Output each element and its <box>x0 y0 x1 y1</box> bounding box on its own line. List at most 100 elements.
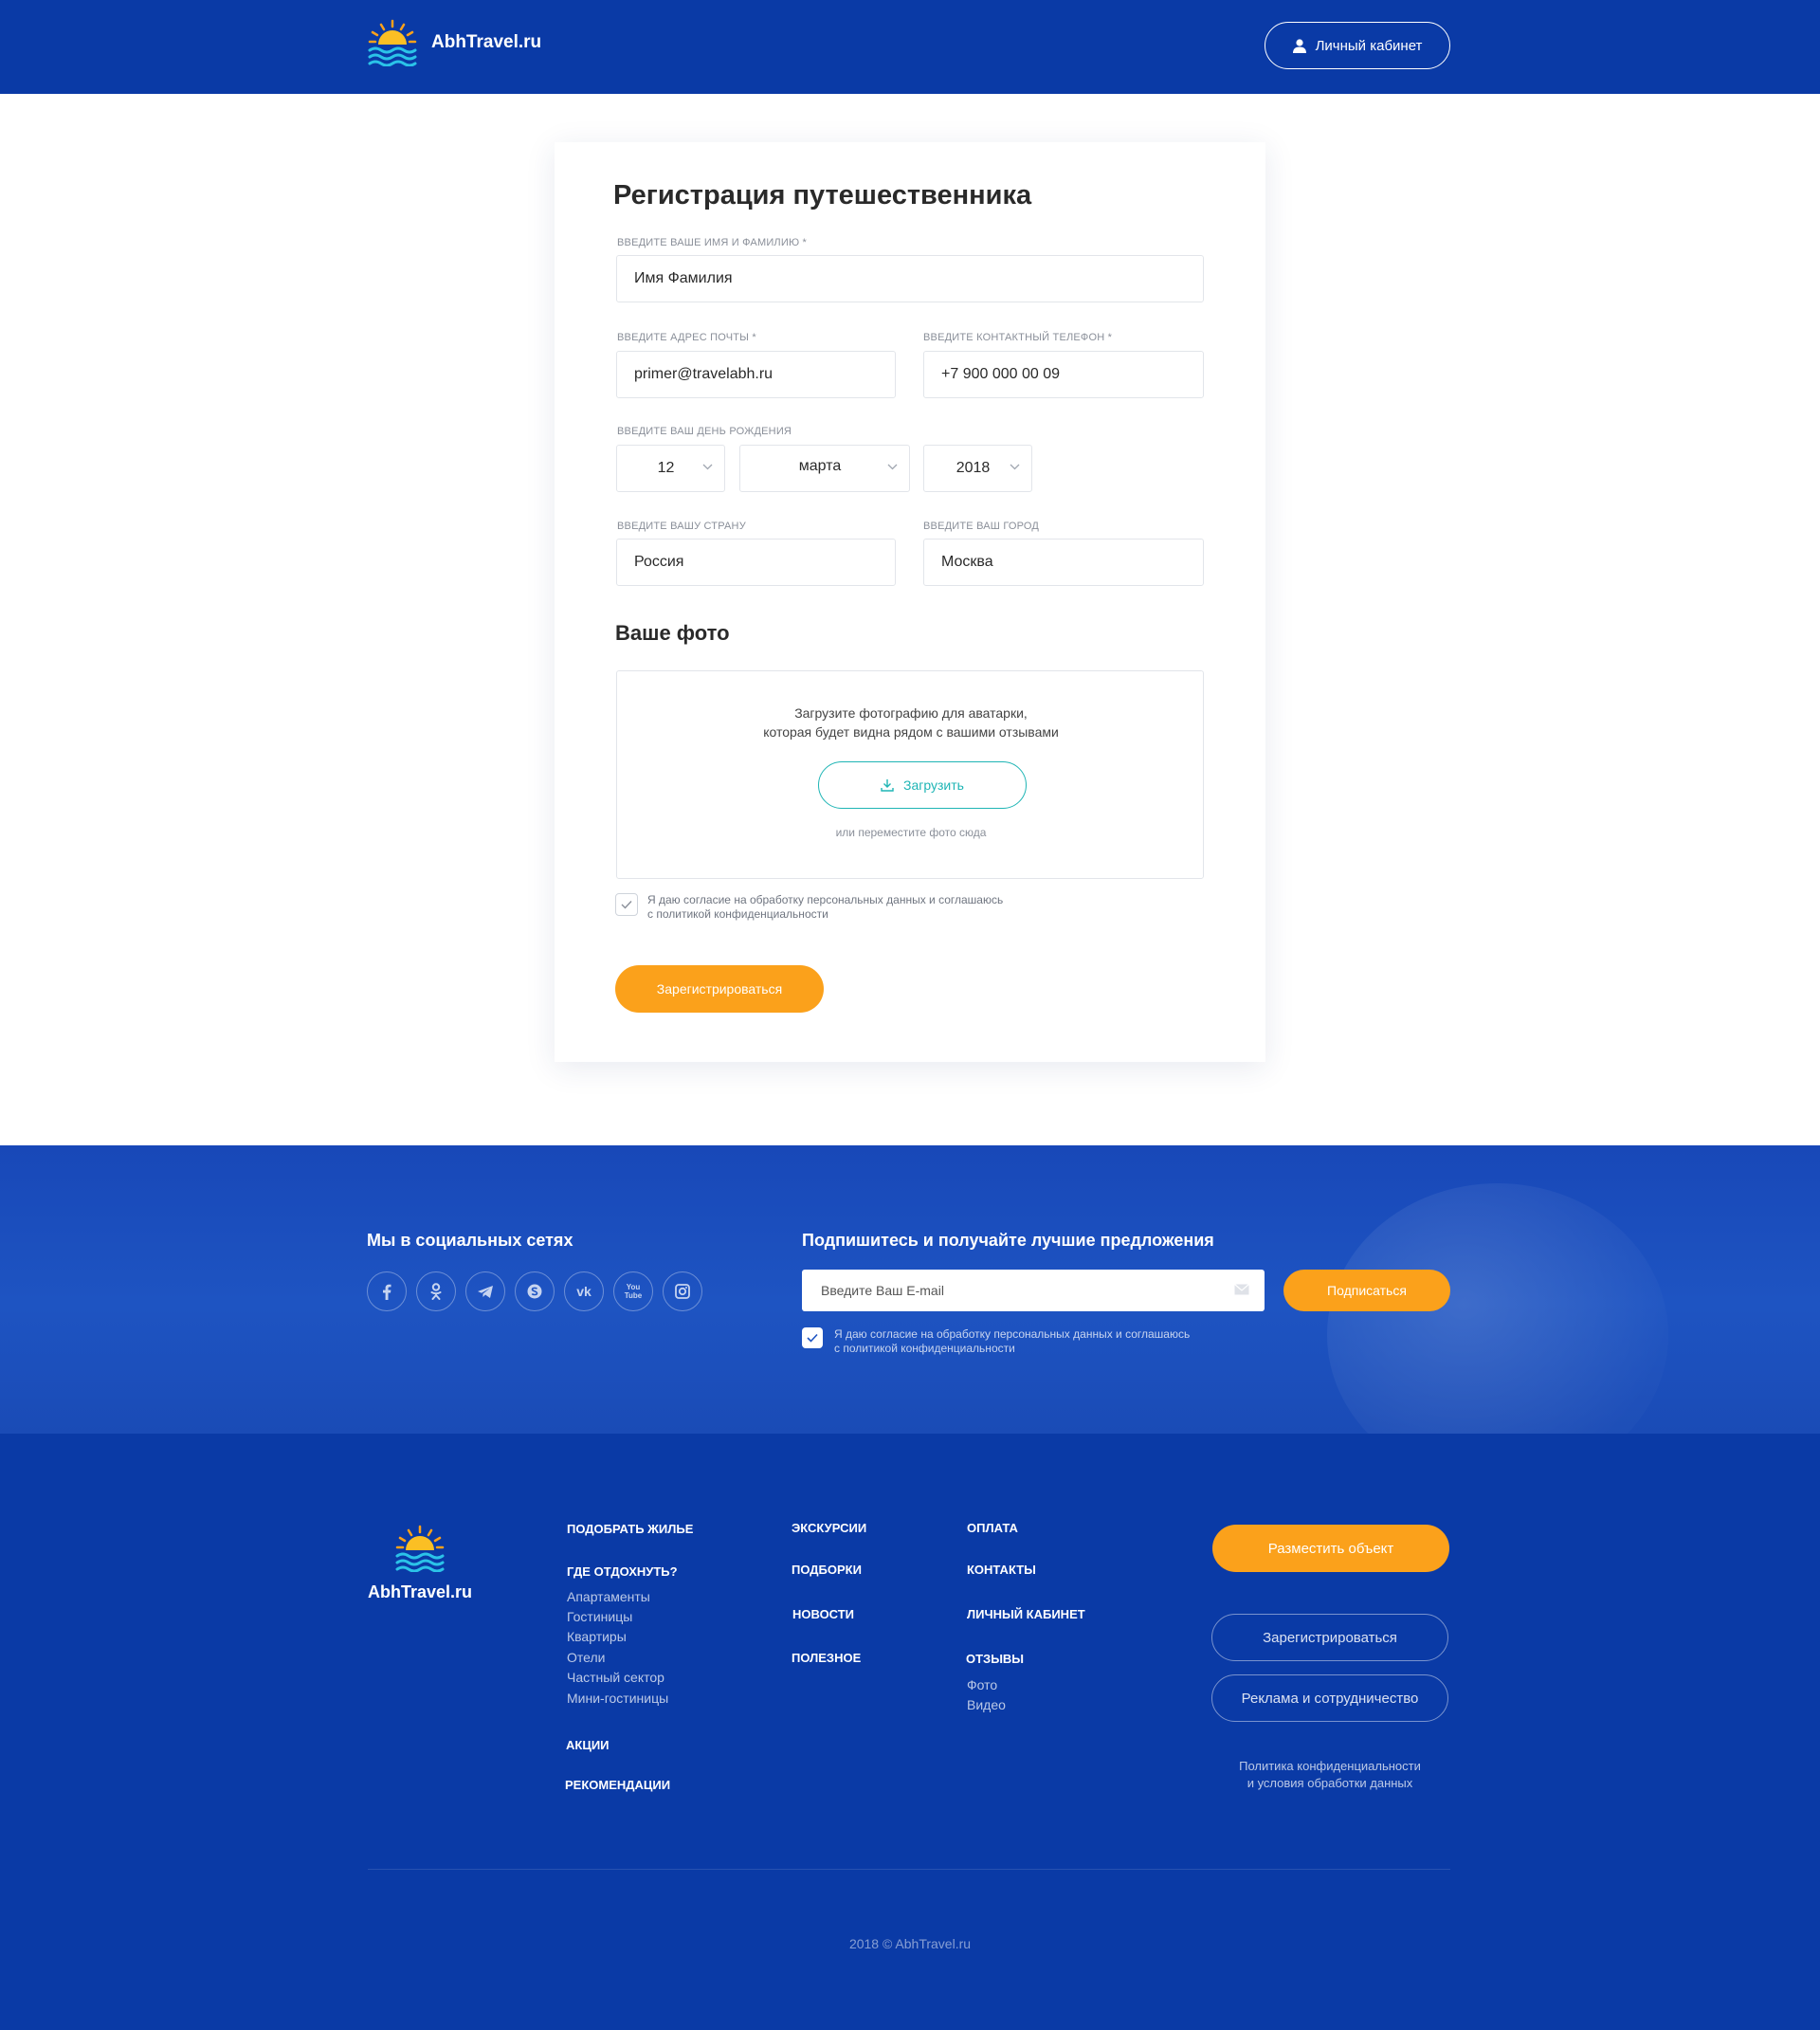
phone-field[interactable]: +7 900 000 00 09 <box>923 351 1204 398</box>
odnoklassniki-icon[interactable] <box>416 1271 456 1311</box>
footer-link-useful[interactable]: ПОЛЕЗНОЕ <box>792 1651 861 1665</box>
birth-year-select[interactable]: 2018 <box>923 445 1032 492</box>
chevron-down-icon <box>887 464 898 470</box>
consent-checkbox[interactable] <box>615 893 638 916</box>
subscribe-email-input[interactable]: Введите Ваш E-mail <box>802 1270 1265 1311</box>
subscribe-consent-line-2[interactable]: с политикой конфиденциальности <box>834 1342 1190 1356</box>
register-button[interactable]: Зарегистрироваться <box>615 965 824 1013</box>
footer-link-private-sector[interactable]: Частный сектор <box>567 1670 664 1685</box>
consent-text: Я даю согласие на обработку персональных… <box>647 893 1003 922</box>
name-label: ВВЕДИТЕ ВАШЕ ИМЯ И ФАМИЛИЮ * <box>617 237 807 248</box>
footer-link-flats[interactable]: Квартиры <box>567 1629 627 1644</box>
telegram-icon[interactable] <box>465 1271 505 1311</box>
checkmark-icon <box>621 901 632 909</box>
footer-logo-text: AbhTravel.ru <box>368 1582 473 1601</box>
footer-logo[interactable]: AbhTravel.ru <box>368 1525 472 1602</box>
phone-label: ВВЕДИТЕ КОНТАКТНЫЙ ТЕЛЕФОН * <box>923 332 1113 343</box>
site-footer: AbhTravel.ru ПОДОБРАТЬ ЖИЛЬЕ ГДЕ ОТДОХНУ… <box>0 1434 1820 2030</box>
sun-waves-logo-icon <box>368 19 417 66</box>
subscribe-title: Подпишитесь и получайте лучшие предложен… <box>802 1231 1214 1250</box>
footer-link-recommendations[interactable]: РЕКОМЕНДАЦИИ <box>565 1778 670 1792</box>
subscribe-consent-checkbox[interactable] <box>802 1327 823 1348</box>
vk-icon[interactable]: vk <box>564 1271 604 1311</box>
personal-cabinet-label: Личный кабинет <box>1315 37 1423 54</box>
subscribe-consent-row: Я даю согласие на обработку персональных… <box>802 1327 1190 1356</box>
envelope-icon <box>1234 1284 1249 1295</box>
user-icon <box>1292 38 1306 53</box>
footer-link-contacts[interactable]: КОНТАКТЫ <box>967 1563 1036 1577</box>
consent-text-line-1: Я даю согласие на обработку персональных… <box>647 893 1004 906</box>
footer-link-video[interactable]: Видео <box>967 1697 1006 1712</box>
footer-divider <box>368 1869 1450 1870</box>
site-header: AbhTravel.ru Личный кабинет <box>0 0 1820 94</box>
checkmark-icon <box>807 1333 818 1343</box>
footer-link-hotels[interactable]: Отели <box>567 1650 605 1665</box>
youtube-icon[interactable]: You Tube <box>613 1271 653 1311</box>
footer-link-hotels-gost[interactable]: Гостиницы <box>567 1609 632 1624</box>
upload-button-label: Загрузить <box>903 777 964 793</box>
place-object-button[interactable]: Разместить объект <box>1212 1525 1449 1572</box>
consent-row: Я даю согласие на обработку персональных… <box>615 893 1003 922</box>
logo-text: AbhTravel.ru <box>431 32 542 52</box>
upload-button[interactable]: Загрузить <box>818 761 1027 809</box>
policy-line-2: и условия обработки данных <box>1247 1776 1413 1790</box>
birth-month-value: марта <box>798 458 842 474</box>
registration-card: Регистрация путешественника ВВЕДИТЕ ВАШЕ… <box>555 142 1265 1062</box>
footer-link-promos[interactable]: АКЦИИ <box>566 1738 610 1752</box>
footer-link-pick-housing[interactable]: ПОДОБРАТЬ ЖИЛЬЕ <box>567 1522 693 1536</box>
upload-text-line-1: Загрузите фотографию для аватарки, <box>794 705 1028 721</box>
social-title: Мы в социальных сетях <box>367 1231 573 1250</box>
email-label: ВВЕДИТЕ АДРЕС ПОЧТЫ * <box>617 332 756 343</box>
name-field[interactable]: Имя Фамилия <box>616 255 1204 302</box>
footer-link-payment[interactable]: ОПЛАТА <box>967 1521 1018 1535</box>
country-label: ВВЕДИТЕ ВАШУ СТРАНУ <box>617 521 746 532</box>
city-field[interactable]: Москва <box>923 539 1204 586</box>
privacy-policy-link[interactable]: Политика конфиденциальности и условия об… <box>1211 1758 1448 1792</box>
subscribe-consent-line-1: Я даю согласие на обработку персональных… <box>834 1327 1191 1341</box>
footer-link-collections[interactable]: ПОДБОРКИ <box>792 1563 862 1577</box>
footer-link-apartments[interactable]: Апартаменты <box>567 1589 650 1604</box>
city-label: ВВЕДИТЕ ВАШ ГОРОД <box>923 521 1040 532</box>
sun-waves-logo-icon <box>395 1525 445 1573</box>
upload-hint: или переместите фото сюда <box>835 826 987 839</box>
country-field[interactable]: Россия <box>616 539 896 586</box>
chevron-down-icon <box>1010 464 1020 470</box>
upload-text-line-2: которая будет видна рядом с вашими отзыв… <box>763 724 1059 740</box>
birth-year-value: 2018 <box>956 460 991 476</box>
vk-glyph: vk <box>576 1284 592 1299</box>
skype-icon[interactable] <box>515 1271 555 1311</box>
facebook-icon[interactable] <box>367 1271 407 1311</box>
photo-section-title: Ваше фото <box>615 621 730 645</box>
footer-ads-button[interactable]: Реклама и сотрудничество <box>1211 1674 1448 1722</box>
youtube-glyph: You Tube <box>624 1283 643 1300</box>
instagram-icon[interactable] <box>663 1271 702 1311</box>
birth-day-value: 12 <box>657 460 675 476</box>
birth-month-select[interactable]: марта <box>739 445 910 492</box>
download-icon <box>881 779 894 792</box>
chevron-down-icon <box>702 464 713 470</box>
photo-dropzone[interactable]: Загрузите фотографию для аватарки, котор… <box>616 670 1204 879</box>
email-placeholder: Введите Ваш E-mail <box>821 1283 944 1298</box>
email-field[interactable]: primer@travelabh.ru <box>616 351 896 398</box>
site-logo[interactable]: AbhTravel.ru <box>367 19 541 66</box>
consent-text-line-2[interactable]: с политикой конфиденциальности <box>647 907 1003 922</box>
footer-link-reviews[interactable]: ОТЗЫВЫ <box>966 1652 1024 1666</box>
page-title: Регистрация путешественника <box>613 180 1032 210</box>
footer-link-where-to-rest[interactable]: ГДЕ ОТДОХНУТЬ? <box>567 1564 678 1579</box>
social-subscribe-band: Мы в социальных сетях vk You Tube Подпиш… <box>0 1145 1820 1434</box>
policy-line-1: Политика конфиденциальности <box>1239 1759 1421 1773</box>
birthday-label: ВВЕДИТЕ ВАШ ДЕНЬ РОЖДЕНИЯ <box>617 426 792 437</box>
birth-day-select[interactable]: 12 <box>616 445 725 492</box>
footer-link-cabinet[interactable]: ЛИЧНЫЙ КАБИНЕТ <box>967 1607 1085 1621</box>
footer-link-photo[interactable]: Фото <box>967 1677 997 1692</box>
upload-instructions: Загрузите фотографию для аватарки, котор… <box>617 704 1205 741</box>
subscribe-consent-text: Я даю согласие на обработку персональных… <box>834 1327 1190 1356</box>
social-icons-row: vk You Tube <box>367 1271 702 1311</box>
footer-link-excursions[interactable]: ЭКСКУРСИИ <box>792 1521 866 1535</box>
footer-register-button[interactable]: Зарегистрироваться <box>1211 1614 1448 1661</box>
footer-link-mini-hotels[interactable]: Мини-гостиницы <box>567 1691 668 1706</box>
personal-cabinet-button[interactable]: Личный кабинет <box>1265 22 1450 69</box>
subscribe-button[interactable]: Подписаться <box>1283 1270 1450 1311</box>
copyright: 2018 © AbhTravel.ru <box>848 1936 972 1951</box>
footer-link-news[interactable]: НОВОСТИ <box>792 1607 854 1621</box>
